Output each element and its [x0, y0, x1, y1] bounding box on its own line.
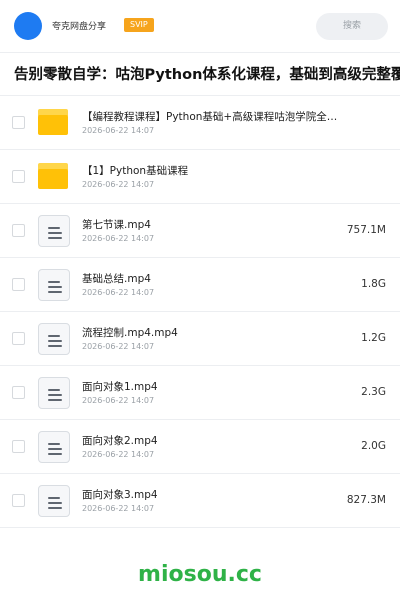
file-list: 【编程教程课程】Python基础+高级课程咕泡学院全套课程 2026-06-22… — [0, 96, 400, 528]
document-icon — [38, 215, 70, 247]
document-icon — [38, 377, 70, 409]
item-name: 面向对象3.mp4 — [82, 489, 158, 501]
item-name: 【1】Python基础课程 — [82, 165, 189, 177]
select-checkbox[interactable] — [12, 494, 25, 507]
select-checkbox[interactable] — [12, 386, 25, 399]
select-checkbox[interactable] — [12, 440, 25, 453]
select-checkbox[interactable] — [12, 278, 25, 291]
header: 夸克网盘分享 SVIP — [0, 0, 400, 52]
item-size: 827.3M — [346, 494, 386, 506]
folder-icon — [38, 161, 70, 193]
list-item[interactable]: 基础总结.mp4 2026-06-22 14:07 1.8G — [0, 258, 400, 312]
item-date: 2026-06-22 14:07 — [82, 504, 155, 513]
item-name: 面向对象2.mp4 — [82, 435, 158, 447]
select-checkbox[interactable] — [12, 170, 25, 183]
folder-title: 告别零散自学：咕泡Python体系化课程，基础到高级完整覆盖 — [14, 67, 400, 83]
item-date: 2026-06-22 14:07 — [82, 342, 155, 351]
item-date: 2026-06-22 14:07 — [82, 450, 155, 459]
item-date: 2026-06-22 14:07 — [82, 288, 155, 297]
avatar[interactable] — [14, 12, 42, 40]
item-size: 1.2G — [361, 332, 386, 344]
item-name: 【编程教程课程】Python基础+高级课程咕泡学院全套课程 — [82, 111, 340, 123]
svip-badge: SVIP — [124, 18, 154, 32]
list-item[interactable]: 【1】Python基础课程 2026-06-22 14:07 — [0, 150, 400, 204]
item-size: 2.0G — [361, 440, 386, 452]
item-size: 2.3G — [361, 386, 386, 398]
list-item[interactable]: 面向对象3.mp4 2026-06-22 14:07 827.3M — [0, 474, 400, 528]
item-date: 2026-06-22 14:07 — [82, 234, 155, 243]
item-size: 757.1M — [346, 224, 386, 236]
list-item[interactable]: 面向对象2.mp4 2026-06-22 14:07 2.0G — [0, 420, 400, 474]
document-icon — [38, 431, 70, 463]
search-input[interactable] — [316, 13, 388, 40]
select-checkbox[interactable] — [12, 224, 25, 237]
list-item[interactable]: 面向对象1.mp4 2026-06-22 14:07 2.3G — [0, 366, 400, 420]
header-divider — [0, 52, 400, 53]
item-name: 面向对象1.mp4 — [82, 381, 158, 393]
item-name: 第七节课.mp4 — [82, 219, 151, 231]
item-date: 2026-06-22 14:07 — [82, 396, 155, 405]
list-item[interactable]: 【编程教程课程】Python基础+高级课程咕泡学院全套课程 2026-06-22… — [0, 96, 400, 150]
item-date: 2026-06-22 14:07 — [82, 126, 155, 135]
item-name: 流程控制.mp4.mp4 — [82, 327, 178, 339]
list-item[interactable]: 流程控制.mp4.mp4 2026-06-22 14:07 1.2G — [0, 312, 400, 366]
watermark: miosou.cc — [138, 562, 262, 587]
site-name: 夸克网盘分享 — [52, 22, 107, 32]
list-item[interactable]: 第七节课.mp4 2026-06-22 14:07 757.1M — [0, 204, 400, 258]
folder-icon — [38, 107, 70, 139]
item-date: 2026-06-22 14:07 — [82, 180, 155, 189]
select-checkbox[interactable] — [12, 332, 25, 345]
document-icon — [38, 485, 70, 517]
document-icon — [38, 323, 70, 355]
item-name: 基础总结.mp4 — [82, 273, 151, 285]
select-checkbox[interactable] — [12, 116, 25, 129]
document-icon — [38, 269, 70, 301]
item-size: 1.8G — [361, 278, 386, 290]
